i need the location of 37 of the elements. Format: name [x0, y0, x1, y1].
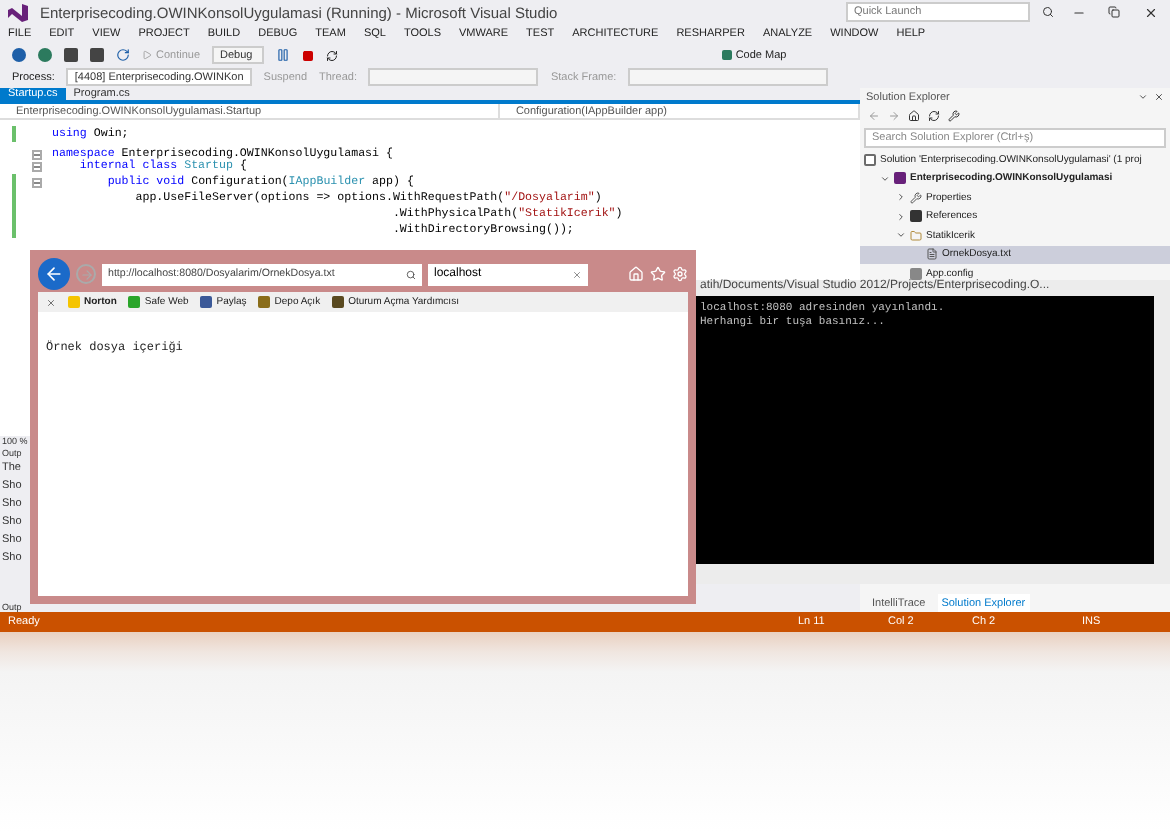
dropdown-icon: [1138, 92, 1148, 102]
config-file-icon: [910, 267, 922, 280]
expanded-caret-icon: [880, 173, 890, 184]
favorite-icon: [332, 296, 345, 308]
star-icon: [650, 266, 666, 282]
forward-arrow-icon: [79, 267, 93, 281]
restore-icon: [1108, 6, 1120, 18]
close-icon: [1143, 5, 1157, 19]
pause-icon: [276, 48, 291, 62]
expanded-caret-icon: [896, 230, 906, 241]
refresh-icon: [928, 110, 940, 122]
stack-frame-dropdown[interactable]: [628, 68, 829, 86]
home-icon: [908, 110, 920, 122]
favorite-icon: [68, 296, 80, 308]
favorite-icon: [128, 296, 141, 308]
favorite-icon: [200, 296, 213, 308]
folder-icon: [910, 229, 922, 242]
search-icon: [406, 269, 416, 279]
back-button[interactable]: [38, 258, 70, 290]
home-icon: [628, 266, 644, 282]
search-icon: [1042, 6, 1054, 18]
restart-icon: [326, 49, 339, 61]
logo-icon: [8, 3, 28, 21]
back-arrow-icon: [44, 264, 64, 284]
forward-icon: [888, 110, 900, 122]
wrench-icon: [948, 110, 960, 122]
settings-icon: [672, 266, 688, 282]
favorite-icon: [258, 296, 271, 308]
play-icon: [142, 50, 152, 60]
restore-button[interactable]: [1102, 6, 1126, 18]
undo-icon: [116, 48, 130, 62]
project-icon: [894, 172, 906, 185]
diagram-icon: [721, 50, 732, 60]
wrench-icon: [910, 191, 922, 204]
thread-dropdown[interactable]: [368, 68, 539, 86]
stop-icon: [302, 49, 315, 61]
file-icon: [926, 248, 938, 261]
